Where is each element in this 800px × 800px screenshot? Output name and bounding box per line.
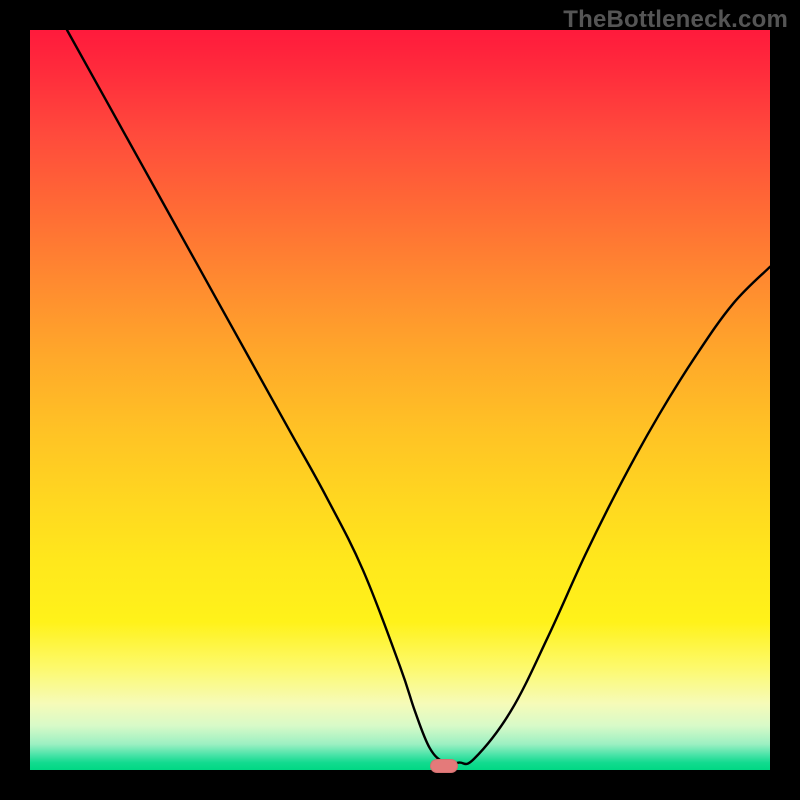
plot-area xyxy=(30,30,770,770)
chart-container: TheBottleneck.com xyxy=(0,0,800,800)
optimal-marker xyxy=(430,759,458,773)
bottleneck-curve xyxy=(30,30,770,770)
